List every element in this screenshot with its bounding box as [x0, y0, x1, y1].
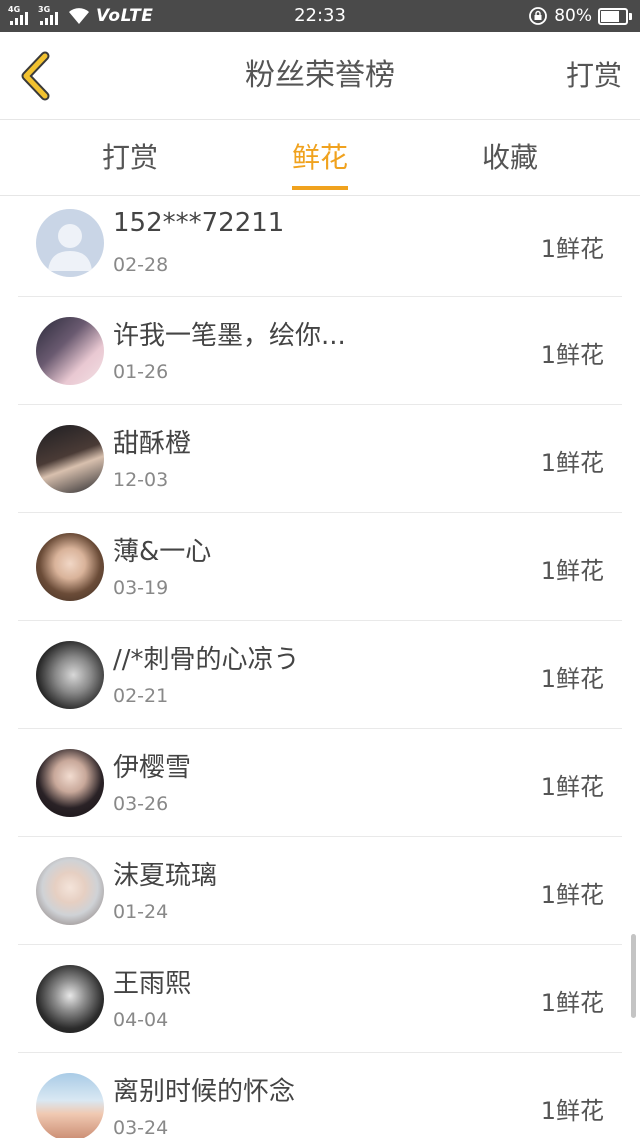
fan-name: 离别时候的怀念 [113, 1077, 296, 1107]
fan-date: 12-03 [113, 469, 169, 491]
avatar [36, 857, 104, 925]
list-item[interactable]: 薄&一心 03-19 1鲜花 [0, 513, 640, 621]
fan-name: //*刺骨的心凉う [113, 645, 300, 675]
gift-count: 1鲜花 [540, 449, 604, 477]
list-item[interactable]: //*刺骨的心凉う 02-21 1鲜花 [0, 621, 640, 729]
back-button[interactable] [10, 48, 60, 104]
list-item[interactable]: 152***72211 02-28 1鲜花 [0, 196, 640, 297]
status-bar: 4G 3G VoLTE 22:33 80% [0, 0, 640, 32]
gift-count: 1鲜花 [540, 557, 604, 585]
list-item[interactable]: 离别时候的怀念 03-24 1鲜花 [0, 1053, 640, 1138]
fan-date: 03-19 [113, 577, 169, 599]
fan-date: 03-24 [113, 1117, 169, 1138]
fan-name: 152***72211 [113, 208, 285, 238]
avatar [36, 641, 104, 709]
tab-flowers[interactable]: 鲜花 [240, 120, 400, 196]
fan-date: 01-26 [113, 361, 169, 383]
list-item[interactable]: 王雨熙 04-04 1鲜花 [0, 945, 640, 1053]
fan-name: 许我一笔墨，绘你... [113, 321, 346, 351]
fan-date: 01-24 [113, 901, 169, 923]
fan-name: 伊樱雪 [113, 753, 192, 783]
battery-icon [598, 7, 632, 25]
list-item[interactable]: 甜酥橙 12-03 1鲜花 [0, 405, 640, 513]
gift-count: 1鲜花 [540, 773, 604, 801]
list-item[interactable]: 伊樱雪 03-26 1鲜花 [0, 729, 640, 837]
fan-date: 04-04 [113, 1009, 169, 1031]
chevron-left-icon [21, 51, 50, 101]
tab-bar: 打赏 鲜花 收藏 [0, 120, 640, 196]
avatar [36, 425, 104, 493]
reward-button[interactable]: 打赏 [566, 32, 622, 120]
gift-count: 1鲜花 [540, 881, 604, 909]
list-item[interactable]: 许我一笔墨，绘你... 01-26 1鲜花 [0, 297, 640, 405]
avatar [36, 965, 104, 1033]
rotation-lock-icon [529, 7, 548, 25]
page-title: 粉丝荣誉榜 [245, 58, 395, 93]
battery-percent: 80% [554, 6, 592, 26]
fan-name: 薄&一心 [113, 537, 212, 567]
fan-name: 王雨熙 [113, 969, 192, 999]
nav-bar: 粉丝荣誉榜 打赏 [0, 32, 640, 120]
avatar [36, 533, 104, 601]
tab-favorites[interactable]: 收藏 [430, 120, 590, 196]
gift-count: 1鲜花 [540, 341, 604, 369]
fan-date: 03-26 [113, 793, 169, 815]
avatar [36, 1073, 104, 1138]
gift-count: 1鲜花 [540, 665, 604, 693]
gift-count: 1鲜花 [540, 1097, 604, 1125]
fan-list[interactable]: 152***72211 02-28 1鲜花 许我一笔墨，绘你... 01-26 … [0, 196, 640, 1138]
avatar [36, 209, 104, 277]
tab-reward[interactable]: 打赏 [50, 120, 210, 196]
gift-count: 1鲜花 [540, 235, 604, 263]
status-right: 80% [528, 0, 632, 32]
default-user-icon [48, 224, 92, 271]
avatar [36, 317, 104, 385]
scrollbar[interactable] [631, 934, 636, 1018]
gift-count: 1鲜花 [540, 989, 604, 1017]
active-tab-indicator [292, 186, 348, 190]
fan-name: 甜酥橙 [113, 429, 192, 459]
avatar [36, 749, 104, 817]
list-item[interactable]: 沫夏琉璃 01-24 1鲜花 [0, 837, 640, 945]
fan-date: 02-21 [113, 685, 169, 707]
fan-name: 沫夏琉璃 [113, 861, 218, 891]
fan-date: 02-28 [113, 254, 169, 276]
